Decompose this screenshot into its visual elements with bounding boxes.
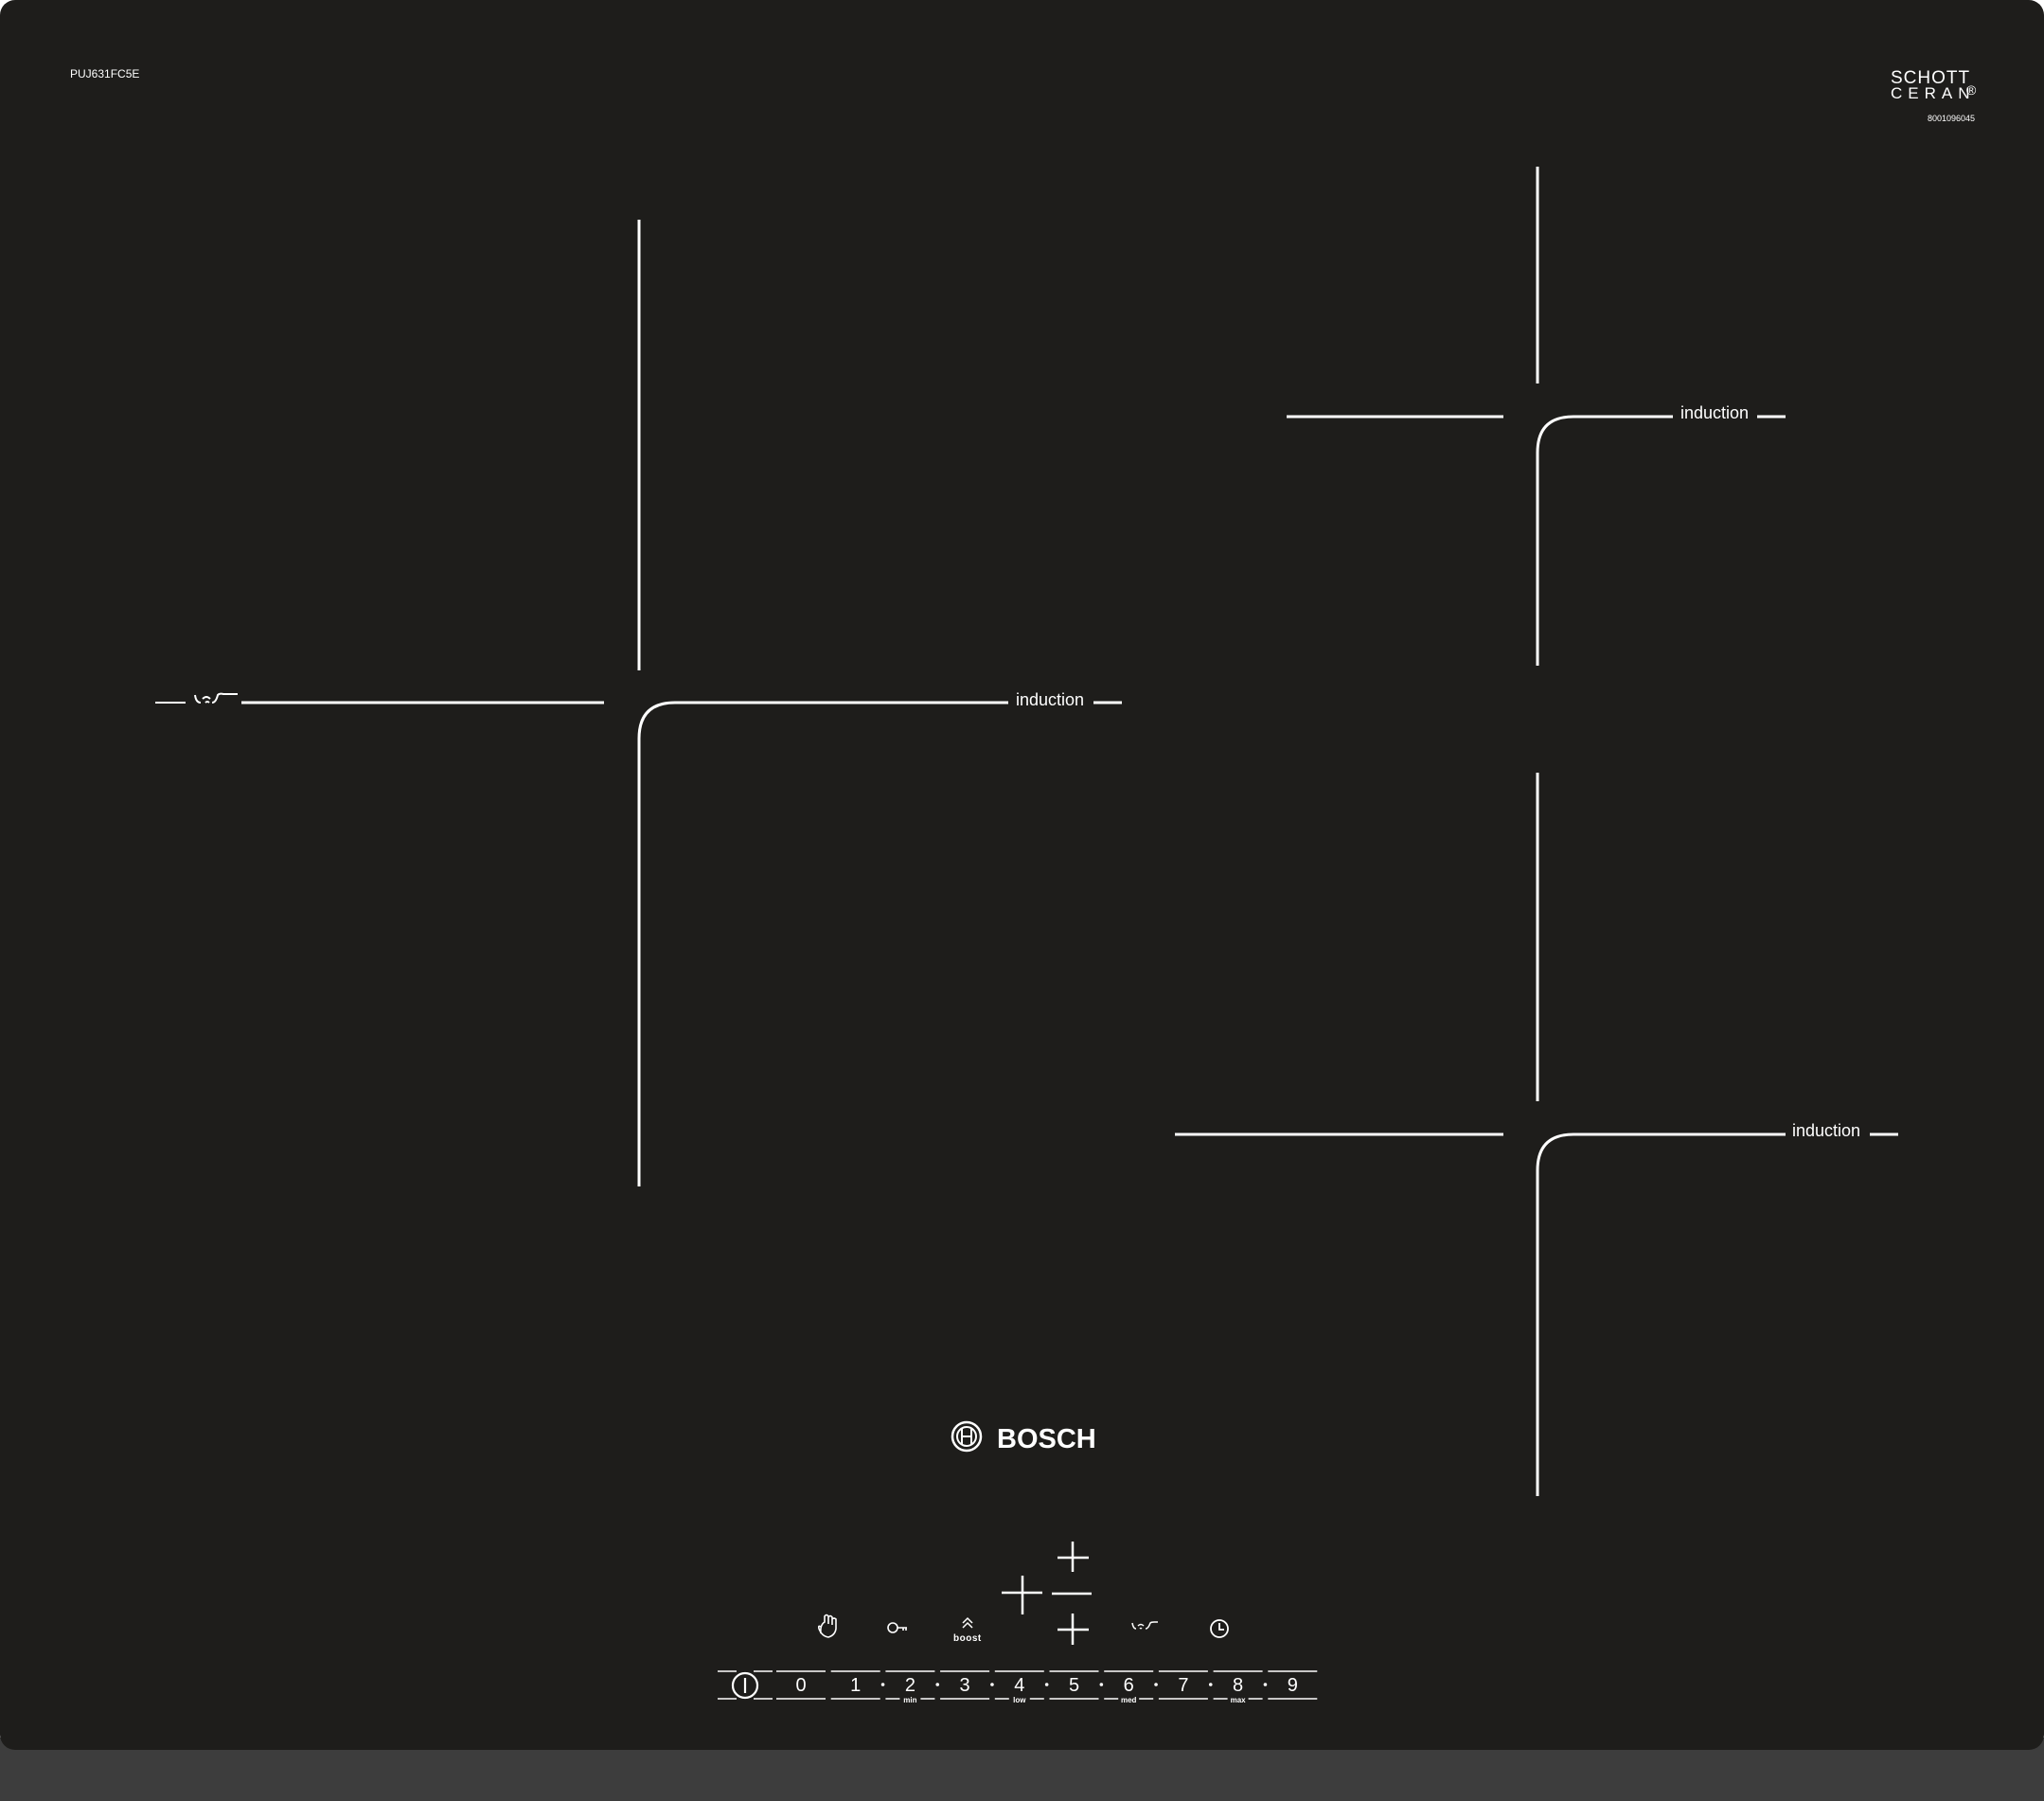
bosch-wordmark: BOSCH xyxy=(997,1424,1096,1454)
zone-right-bottom-label: induction xyxy=(1792,1121,1860,1140)
level-dot xyxy=(1208,1683,1213,1686)
level-number: 5 xyxy=(1069,1675,1079,1696)
ceran-text: CERAN xyxy=(1891,84,1976,102)
zone-left-label: induction xyxy=(1016,690,1084,709)
level-number: 9 xyxy=(1288,1675,1298,1696)
level-dot xyxy=(1154,1683,1158,1686)
level-sublabel: max xyxy=(1231,1696,1247,1704)
cooktop: PUJ631FC5E SCHOTT CERAN ® 8001096045 ind… xyxy=(0,0,2044,1801)
level-dot xyxy=(935,1683,940,1686)
level-number: 3 xyxy=(960,1675,970,1696)
registered-mark: ® xyxy=(1966,82,1977,98)
level-number: 8 xyxy=(1233,1675,1243,1696)
model-number: PUJ631FC5E xyxy=(70,67,139,80)
level-number: 0 xyxy=(795,1675,806,1696)
level-dot xyxy=(990,1683,994,1686)
zone-right-top-label: induction xyxy=(1680,403,1749,422)
level-dot xyxy=(1263,1683,1268,1686)
level-number: 1 xyxy=(850,1675,861,1696)
level-dot xyxy=(880,1683,885,1686)
boost-label: boost xyxy=(953,1633,982,1644)
level-dot xyxy=(1044,1683,1049,1686)
level-number: 6 xyxy=(1124,1675,1134,1696)
glass-surface xyxy=(0,0,2044,1750)
glass-code: 8001096045 xyxy=(1928,114,1975,123)
level-sublabel: min xyxy=(903,1696,916,1704)
level-number: 2 xyxy=(905,1675,915,1696)
level-number: 7 xyxy=(1178,1675,1188,1696)
level-sublabel: med xyxy=(1121,1696,1137,1704)
level-dot xyxy=(1099,1683,1104,1686)
level-sublabel: low xyxy=(1013,1696,1026,1704)
level-number: 4 xyxy=(1014,1675,1024,1696)
